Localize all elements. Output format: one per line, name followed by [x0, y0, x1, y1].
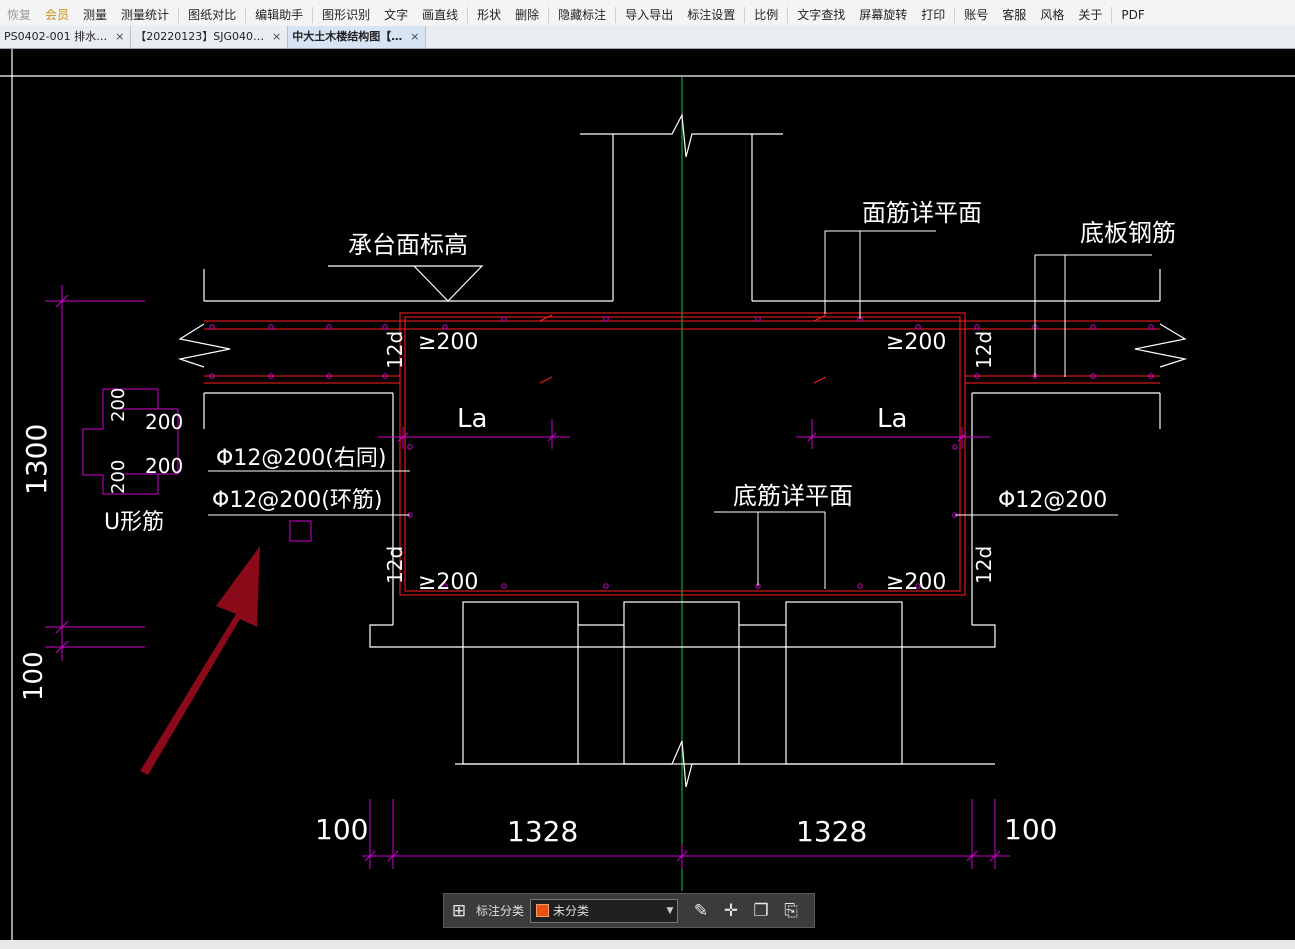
dim-100-left: 100	[315, 813, 368, 846]
tab-document-3[interactable]: 中大土木楼结构图【… ×	[288, 26, 427, 48]
drawing-canvas[interactable]: 承台面标高 面筋详平面 底板钢筋 底筋详平面 U形筋 Φ12@200(右同) Φ…	[0, 49, 1295, 940]
toolbar-separator	[954, 7, 956, 23]
label-ge200: ≥200	[418, 570, 478, 595]
tab-document-2[interactable]: 【20220123】SJG040… ×	[131, 26, 289, 48]
toolbar-item-7[interactable]: 文字	[377, 4, 415, 26]
edit-icon[interactable]: ✎	[690, 900, 712, 922]
label-ge200: ≥200	[886, 330, 946, 355]
label-12d: 12d	[383, 546, 407, 584]
annotation-category-value: 未分类	[553, 904, 590, 918]
toolbar-item-15[interactable]: 文字查找	[790, 4, 852, 26]
toolbar-item-3[interactable]: 测量统计	[114, 4, 176, 26]
toolbar-item-10[interactable]: 删除	[508, 4, 546, 26]
dim-1300: 1300	[20, 424, 53, 495]
label-u-bar: U形筋	[104, 510, 164, 535]
chevron-down-icon: ▼	[666, 905, 674, 916]
toolbar-item-2[interactable]: 测量	[76, 4, 114, 26]
category-color-swatch	[536, 904, 550, 917]
tab-label: PS0402-001 排水…	[4, 30, 108, 43]
label-cap-top-elev: 承台面标高	[348, 231, 468, 259]
toolbar-item-0[interactable]: 恢复	[0, 4, 38, 26]
drawing-labels: 承台面标高 面筋详平面 底板钢筋 底筋详平面 U形筋 Φ12@200(右同) Φ…	[19, 199, 1176, 848]
dim-1328-left: 1328	[507, 815, 578, 848]
toolbar-separator	[615, 7, 617, 23]
toolbar-separator	[467, 7, 469, 23]
toolbar-item-18[interactable]: 账号	[957, 4, 995, 26]
close-icon[interactable]: ×	[410, 26, 419, 48]
toolbar-separator	[1111, 7, 1113, 23]
label-top-bar-plan: 面筋详平面	[862, 199, 982, 227]
dim-u-200: 200	[108, 388, 129, 422]
tab-label: 中大土木楼结构图【…	[292, 30, 403, 43]
move-icon[interactable]: ✛	[720, 900, 742, 922]
toolbar-separator	[245, 7, 247, 23]
label-la: La	[457, 404, 487, 434]
document-tabs: PS0402-001 排水… × 【20220123】SJG040… × 中大土…	[0, 26, 1295, 49]
grid-icon[interactable]: ⊞	[448, 900, 470, 922]
dim-u-200: 200	[145, 410, 183, 434]
toolbar-item-19[interactable]: 客服	[995, 4, 1033, 26]
toolbar-item-5[interactable]: 编辑助手	[248, 4, 310, 26]
dim-u-200: 200	[145, 454, 183, 478]
toolbar-separator	[312, 7, 314, 23]
main-toolbar: 恢复 会员 测量 测量统计 图纸对比 编辑助手 图形识别 文字 画直线 形状 删除 隐藏标注 导入导出标…	[0, 0, 1295, 27]
dim-100-vertical: 100	[19, 651, 49, 701]
label-ge200: ≥200	[886, 570, 946, 595]
dim-u-200: 200	[108, 460, 129, 494]
toolbar-item-17[interactable]: 打印	[914, 4, 952, 26]
tab-document-1[interactable]: PS0402-001 排水… ×	[0, 26, 132, 48]
label-la: La	[877, 404, 907, 434]
toolbar-item-12[interactable]: 导入导出	[618, 4, 680, 26]
toolbar-item-11[interactable]: 隐藏标注	[551, 4, 613, 26]
status-bar	[0, 940, 1295, 949]
label-12d: 12d	[972, 331, 996, 369]
annotation-arrow	[140, 546, 260, 775]
label-bottom-bar-plan: 底筋详平面	[733, 482, 853, 510]
paste-icon[interactable]: ⎘	[780, 900, 802, 922]
tab-label: 【20220123】SJG040…	[135, 30, 265, 43]
toolbar-item-22[interactable]: PDF	[1114, 4, 1151, 26]
close-icon[interactable]: ×	[272, 26, 281, 48]
toolbar-item-1[interactable]: 会员	[38, 4, 76, 26]
dimension-lines	[45, 285, 1010, 869]
annotation-toolbar: ⊞ 标注分类 未分类 ▼ ✎ ✛ ❐ ⎘	[443, 893, 815, 928]
toolbar-separator	[178, 7, 180, 23]
toolbar-item-21[interactable]: 关于	[1071, 4, 1109, 26]
label-12d: 12d	[972, 546, 996, 584]
toolbar-item-14[interactable]: 比例	[747, 4, 785, 26]
label-phi-right-same: Φ12@200(右同)	[216, 446, 386, 471]
toolbar-separator	[548, 7, 550, 23]
toolbar-item-8[interactable]: 画直线	[415, 4, 465, 26]
leader-lines	[208, 230, 1152, 589]
toolbar-item-9[interactable]: 形状	[470, 4, 508, 26]
toolbar-separator	[744, 7, 746, 23]
dim-1328-right: 1328	[796, 815, 867, 848]
label-slab-bar: 底板钢筋	[1080, 219, 1176, 247]
annotation-category-select[interactable]: 未分类 ▼	[530, 898, 679, 923]
toolbar-item-16[interactable]: 屏幕旋转	[852, 4, 914, 26]
toolbar-item-6[interactable]: 图形识别	[315, 4, 377, 26]
toolbar-separator	[787, 7, 789, 23]
label-12d: 12d	[383, 331, 407, 369]
copy-icon[interactable]: ❐	[750, 900, 772, 922]
toolbar-item-20[interactable]: 风格	[1033, 4, 1071, 26]
toolbar-item-13[interactable]: 标注设置	[680, 4, 742, 26]
dim-100-right: 100	[1004, 813, 1057, 846]
label-ge200: ≥200	[418, 330, 478, 355]
label-phi-hoop: Φ12@200(环筋)	[212, 488, 382, 513]
close-icon[interactable]: ×	[115, 26, 124, 48]
cad-drawing: 承台面标高 面筋详平面 底板钢筋 底筋详平面 U形筋 Φ12@200(右同) Φ…	[0, 49, 1295, 940]
label-phi-right: Φ12@200	[998, 488, 1107, 513]
toolbar-item-4[interactable]: 图纸对比	[181, 4, 243, 26]
annotation-category-label: 标注分类	[476, 904, 525, 918]
